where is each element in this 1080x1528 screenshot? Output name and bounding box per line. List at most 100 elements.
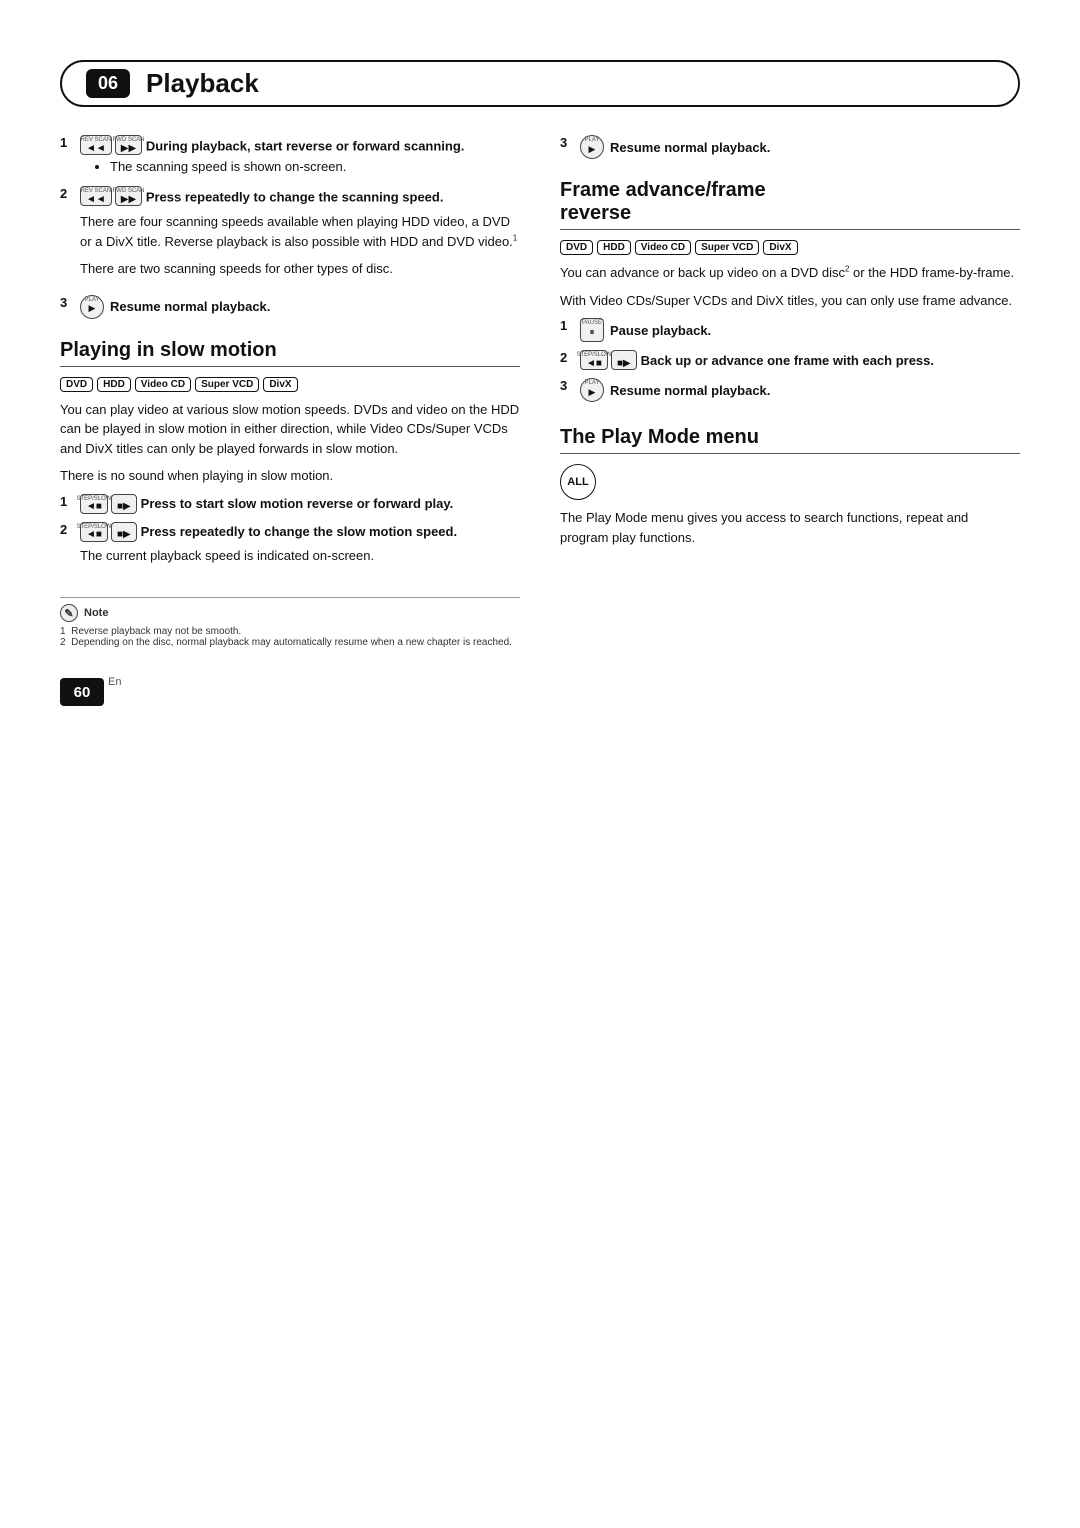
play-button-right[interactable]: PLAY ▶ (580, 135, 604, 159)
step-2-para1: There are four scanning speeds available… (80, 212, 520, 251)
frame-step-3-text: Resume normal playback. (610, 383, 770, 398)
pause-button[interactable]: PAUSE ⏸ (580, 318, 604, 342)
play-mode-para: The Play Mode menu gives you access to s… (560, 508, 1020, 547)
page-lang: En (108, 676, 121, 688)
slow-step-2-content: STEP/SLOW ◄■ ■▶ Press repeatedly to chan… (80, 522, 520, 574)
right-scan-step-3: 3 PLAY ▶ Resume normal playback. (560, 135, 1020, 159)
fn1-ref: 1 (513, 233, 517, 242)
step-1-bullet: The scanning speed is shown on-screen. (110, 159, 520, 174)
badge-dvd-frame: DVD (560, 240, 593, 255)
frame-step-3-content: PLAY ▶ Resume normal playback. (580, 378, 1020, 402)
step-slow-fwd-frame[interactable]: ■▶ (611, 350, 637, 370)
frame-step-1-text: Pause playback. (610, 323, 711, 338)
note-box: ✎ Note 1 Reverse playback may not be smo… (60, 597, 520, 648)
fwd-scan-label: FWD SCAN (112, 137, 144, 143)
step-slow-fwd-2[interactable]: ■▶ (111, 522, 137, 542)
fwd-scan-button-2[interactable]: FWD SCAN ▶▶ (115, 186, 142, 206)
badge-vcd-slow: Video CD (135, 377, 191, 392)
frame-step-2: 2 STEP/SLOW ◄■ ■▶ Back up or advan (560, 350, 1020, 370)
step-num-1: 1 (60, 135, 74, 150)
step-slow-rev-2[interactable]: STEP/SLOW ◄■ (80, 522, 108, 542)
scan-step-2: 2 REV SCAN ◄◄ FWD SCAN ▶▶ (60, 186, 520, 287)
slow-motion-para1: You can play video at various slow motio… (60, 400, 520, 459)
note-title: ✎ Note (60, 604, 520, 622)
frame-step-1-content: PAUSE ⏸ Pause playback. (580, 318, 1020, 342)
badge-svcd-frame: Super VCD (695, 240, 759, 255)
play-button-frame[interactable]: PLAY ▶ (580, 378, 604, 402)
chapter-title: Playback (146, 68, 259, 99)
badge-vcd-frame: Video CD (635, 240, 691, 255)
page-footer: 60 En (60, 658, 520, 706)
rev-scan-button-2[interactable]: REV SCAN ◄◄ (80, 186, 112, 206)
step-2-text: Press repeatedly to change the scanning … (146, 190, 444, 205)
frame-step-2-text: Back up or advance one frame with each p… (641, 353, 934, 368)
step-3-content: PLAY ▶ Resume normal playback. (80, 295, 520, 319)
fwd-scan-button[interactable]: FWD SCAN ▶▶ (115, 135, 142, 155)
frame-step-num-1: 1 (560, 318, 574, 333)
rev-scan-label-2: REV SCAN (81, 188, 112, 194)
right-step-num-3: 3 (560, 135, 574, 150)
rev-scan-label: REV SCAN (81, 137, 112, 143)
badge-dvd-slow: DVD (60, 377, 93, 392)
slow-step-2: 2 STEP/SLOW ◄■ ■▶ Press repeatedly (60, 522, 520, 574)
play-label-frame: PLAY (585, 380, 600, 386)
pause-label: PAUSE (582, 320, 602, 326)
main-content: 1 REV SCAN ◄◄ FWD SCAN ▶▶ (60, 135, 1020, 706)
step-num-3: 3 (60, 295, 74, 310)
slow-step-2-text: Press repeatedly to change the slow moti… (141, 524, 457, 539)
play-label-right: PLAY (585, 137, 600, 143)
slow-step-1-text: Press to start slow motion reverse or fo… (141, 496, 454, 511)
step-slow-rev-frame[interactable]: STEP/SLOW ◄■ (580, 350, 608, 370)
badge-divx-slow: DivX (263, 377, 297, 392)
step-slow-fwd-1[interactable]: ■▶ (111, 494, 137, 514)
page-number: 60 (60, 678, 104, 706)
step-3-text: Resume normal playback. (110, 299, 270, 314)
play-label-1: PLAY (85, 297, 100, 303)
slow-motion-badges: DVD HDD Video CD Super VCD DivX (60, 377, 520, 392)
page: 06 Playback 1 REV SCAN ◄◄ (0, 0, 1080, 746)
step-slow-label-2: STEP/SLOW (76, 524, 111, 530)
col-left: 1 REV SCAN ◄◄ FWD SCAN ▶▶ (60, 135, 520, 706)
right-step-3-content: PLAY ▶ Resume normal playback. (580, 135, 1020, 159)
frame-advance-title: Frame advance/framereverse (560, 179, 1020, 230)
frame-advance-badges: DVD HDD Video CD Super VCD DivX (560, 240, 1020, 255)
col-right: 3 PLAY ▶ Resume normal playback. Frame a… (560, 135, 1020, 706)
slow-motion-para2: There is no sound when playing in slow m… (60, 466, 520, 486)
slow-step-1: 1 STEP/SLOW ◄■ ■▶ Press to start s (60, 494, 520, 514)
frame-advance-para1: You can advance or back up video on a DV… (560, 263, 1020, 283)
frame-step-1: 1 PAUSE ⏸ Pause playback. (560, 318, 1020, 342)
step-slow-label-frame: STEP/SLOW (576, 352, 611, 358)
note-fn2: 2 Depending on the disc, normal playback… (60, 637, 520, 648)
right-step-3-text: Resume normal playback. (610, 140, 770, 155)
slow-step-num-1: 1 (60, 494, 74, 509)
frame-step-num-2: 2 (560, 350, 574, 365)
step-slow-rev-1[interactable]: STEP/SLOW ◄■ (80, 494, 108, 514)
fn2-ref: 2 (845, 265, 849, 274)
scan-step-3: 3 PLAY ▶ Resume normal playback. (60, 295, 520, 319)
step-2-content: REV SCAN ◄◄ FWD SCAN ▶▶ Press repeatedly… (80, 186, 520, 287)
slow-motion-title: Playing in slow motion (60, 339, 520, 367)
note-fn1: 1 Reverse playback may not be smooth. (60, 626, 520, 637)
slow-step-2-para: The current playback speed is indicated … (80, 546, 520, 566)
slow-step-1-content: STEP/SLOW ◄■ ■▶ Press to start slow moti… (80, 494, 520, 514)
badge-hdd-slow: HDD (97, 377, 131, 392)
note-icon: ✎ (60, 604, 78, 622)
step-2-para2: There are two scanning speeds for other … (80, 259, 520, 279)
step-slow-label-1: STEP/SLOW (76, 496, 111, 502)
play-button-1[interactable]: PLAY ▶ (80, 295, 104, 319)
step-1-content: REV SCAN ◄◄ FWD SCAN ▶▶ During playback,… (80, 135, 520, 178)
frame-step-num-3: 3 (560, 378, 574, 393)
fwd-scan-label-2: FWD SCAN (112, 188, 144, 194)
frame-step-3: 3 PLAY ▶ Resume normal playback. (560, 378, 1020, 402)
play-mode-title: The Play Mode menu (560, 426, 1020, 454)
slow-step-num-2: 2 (60, 522, 74, 537)
chapter-header: 06 Playback (60, 60, 1020, 107)
chapter-number: 06 (86, 69, 130, 98)
step-num-2: 2 (60, 186, 74, 201)
frame-step-2-content: STEP/SLOW ◄■ ■▶ Back up or advance one f… (580, 350, 1020, 370)
frame-advance-para2: With Video CDs/Super VCDs and DivX title… (560, 291, 1020, 311)
badge-svcd-slow: Super VCD (195, 377, 259, 392)
scan-step-1: 1 REV SCAN ◄◄ FWD SCAN ▶▶ (60, 135, 520, 178)
rev-scan-button[interactable]: REV SCAN ◄◄ (80, 135, 112, 155)
badge-hdd-frame: HDD (597, 240, 631, 255)
